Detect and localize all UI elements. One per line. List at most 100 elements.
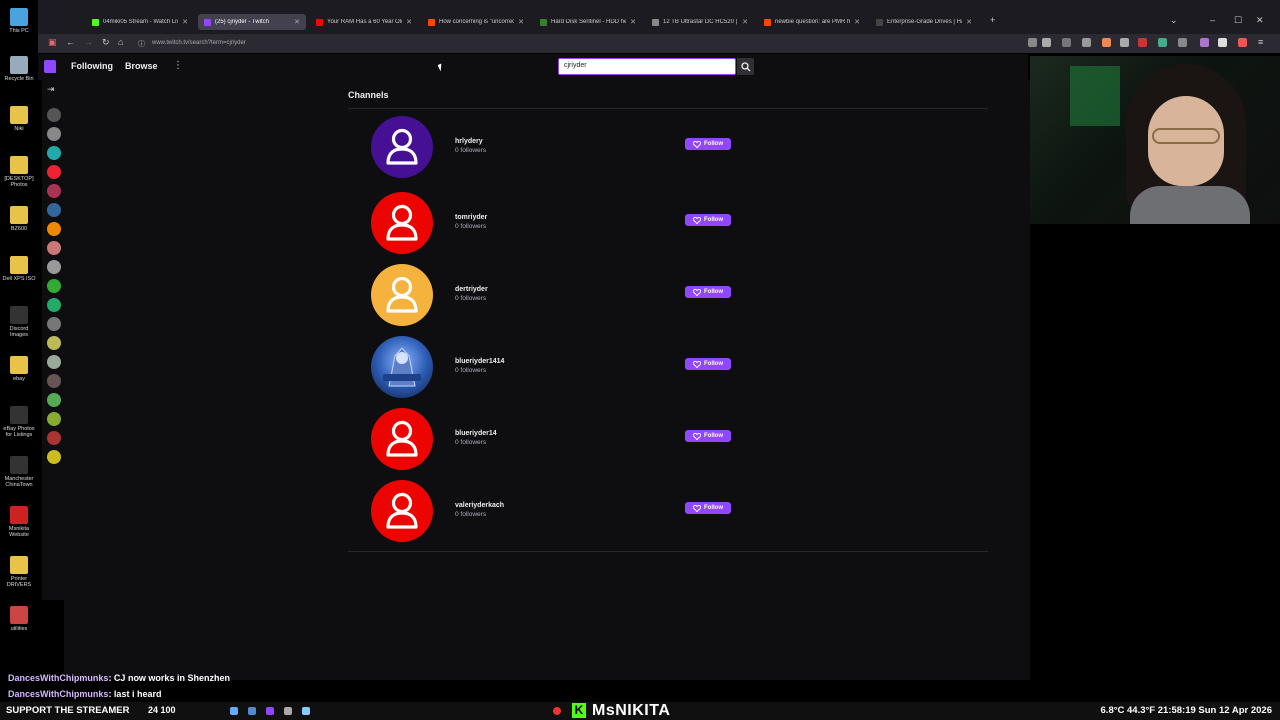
channel-result-row[interactable]: tomriyder 0 followers Follow	[371, 192, 741, 256]
taskbar-app-icon[interactable]	[266, 707, 274, 715]
close-tab-icon[interactable]: ✕	[854, 18, 860, 26]
nav-following[interactable]: Following	[71, 61, 113, 71]
bookmark-star-icon[interactable]	[1042, 38, 1051, 47]
profile-icon[interactable]	[1218, 38, 1227, 47]
follow-button[interactable]: Follow	[685, 138, 731, 150]
close-tab-icon[interactable]: ✕	[406, 18, 412, 26]
followed-channel-avatar[interactable]	[47, 393, 61, 407]
taskbar-app-icon[interactable]	[230, 707, 238, 715]
followed-channel-avatar[interactable]	[47, 336, 61, 350]
extension-icon[interactable]	[1200, 38, 1209, 47]
followed-channel-avatar[interactable]	[47, 203, 61, 217]
taskbar-app-icon[interactable]	[302, 707, 310, 715]
downloads-icon[interactable]	[1062, 38, 1071, 47]
desktop-icon[interactable]: This PC	[2, 8, 36, 34]
channel-name[interactable]: blueriyder14	[455, 430, 497, 437]
extension-icon[interactable]	[1102, 38, 1111, 47]
url-bar[interactable]: www.twitch.tv/search?term=cjriyder	[150, 37, 990, 50]
desktop-icon[interactable]: BZ600	[2, 206, 36, 232]
channel-result-row[interactable]: blueriyder1414 0 followers Follow	[371, 336, 741, 400]
channel-result-row[interactable]: blueriyder14 0 followers Follow	[371, 408, 741, 472]
channel-avatar[interactable]	[371, 192, 433, 254]
follow-button[interactable]: Follow	[685, 430, 731, 442]
follow-button[interactable]: Follow	[685, 358, 731, 370]
desktop-icon[interactable]: utilities	[2, 606, 36, 632]
followed-channel-avatar[interactable]	[47, 450, 61, 464]
channel-name[interactable]: dertriyder	[455, 286, 488, 293]
followed-channel-avatar[interactable]	[47, 374, 61, 388]
twitch-logo-icon[interactable]	[44, 60, 56, 73]
reload-icon[interactable]: ↻	[102, 37, 110, 48]
menu-icon[interactable]: ≡	[1258, 37, 1263, 47]
desktop-icon[interactable]: Dell XPS ISO	[2, 256, 36, 282]
taskbar-app-icon[interactable]	[248, 707, 256, 715]
desktop-icon[interactable]: [DESKTOP] Photos	[2, 156, 36, 188]
close-tab-icon[interactable]: ✕	[742, 18, 748, 26]
close-window-icon[interactable]: ✕	[1256, 15, 1264, 26]
browser-tab[interactable]: newbie question: are PMR hdd ✕	[758, 14, 866, 30]
maximize-icon[interactable]: ☐	[1234, 15, 1242, 26]
followed-channel-avatar[interactable]	[47, 184, 61, 198]
home-icon[interactable]: ⌂	[118, 37, 123, 47]
desktop-icon[interactable]: Manchester ChinaTown	[2, 456, 36, 488]
close-tab-icon[interactable]: ✕	[294, 18, 300, 26]
channel-avatar[interactable]	[371, 116, 433, 178]
more-options-icon[interactable]: ⋮	[173, 60, 183, 71]
reader-icon[interactable]	[1028, 38, 1037, 47]
desktop-icon[interactable]: Discord Images	[2, 306, 36, 338]
desktop-icon[interactable]: Recycle Bin	[2, 56, 36, 82]
taskbar-app-icon[interactable]	[284, 707, 292, 715]
channel-result-row[interactable]: hrlydery 0 followers Follow	[371, 116, 741, 180]
sidebar-toggle-icon[interactable]: ▣	[48, 37, 57, 48]
extension-icon[interactable]	[1158, 38, 1167, 47]
followed-channel-avatar[interactable]	[47, 165, 61, 179]
channel-name[interactable]: hrlydery	[455, 138, 483, 145]
tab-list-icon[interactable]: ⌄	[1170, 15, 1178, 26]
extension-icon[interactable]	[1178, 38, 1187, 47]
followed-channel-avatar[interactable]	[47, 127, 61, 141]
close-tab-icon[interactable]: ✕	[630, 18, 636, 26]
desktop-icon[interactable]: Printer DRIVERS	[2, 556, 36, 588]
desktop-icon[interactable]: Niki	[2, 106, 36, 132]
browser-tab[interactable]: 12 TB Ultrastar DC HC520 | WD ✕	[646, 14, 754, 30]
nav-browse[interactable]: Browse	[125, 61, 158, 71]
follow-button[interactable]: Follow	[685, 502, 731, 514]
minimize-icon[interactable]: –	[1210, 15, 1215, 25]
followed-channel-avatar[interactable]	[47, 355, 61, 369]
followed-channel-avatar[interactable]	[47, 108, 61, 122]
expand-rail-icon[interactable]: ⇥	[47, 84, 55, 95]
extension-icon[interactable]	[1138, 38, 1147, 47]
channel-result-row[interactable]: dertriyder 0 followers Follow	[371, 264, 741, 328]
channel-name[interactable]: blueriyder1414	[455, 358, 504, 365]
channel-avatar[interactable]	[371, 408, 433, 470]
channel-avatar[interactable]	[371, 480, 433, 542]
channel-result-row[interactable]: valeriyderkach 0 followers Follow	[371, 480, 741, 544]
desktop-icon[interactable]: eBay Photos for Listings	[2, 406, 36, 438]
follow-button[interactable]: Follow	[685, 286, 731, 298]
back-icon[interactable]: ←	[66, 37, 75, 47]
channel-avatar[interactable]	[371, 264, 433, 326]
close-tab-icon[interactable]: ✕	[518, 18, 524, 26]
browser-tab[interactable]: 04miki05 Stream - Watch Live o ✕	[86, 14, 194, 30]
extensions-icon[interactable]	[1082, 38, 1091, 47]
desktop-icon[interactable]: Msnikita Website	[2, 506, 36, 538]
search-button[interactable]	[737, 58, 754, 75]
close-tab-icon[interactable]: ✕	[182, 18, 188, 26]
new-tab-icon[interactable]: +	[990, 15, 995, 25]
browser-tab[interactable]: How concerning is "uncorrecta ✕	[422, 14, 530, 30]
search-input[interactable]: cjriyder	[558, 58, 736, 75]
followed-channel-avatar[interactable]	[47, 317, 61, 331]
follow-button[interactable]: Follow	[685, 214, 731, 226]
followed-channel-avatar[interactable]	[47, 412, 61, 426]
forward-icon[interactable]: →	[84, 37, 93, 47]
browser-tab[interactable]: Enterprise-Grade Drives | Hard ✕	[870, 14, 978, 30]
followed-channel-avatar[interactable]	[47, 260, 61, 274]
extension-icon[interactable]	[1238, 38, 1247, 47]
followed-channel-avatar[interactable]	[47, 222, 61, 236]
followed-channel-avatar[interactable]	[47, 279, 61, 293]
channel-name[interactable]: tomriyder	[455, 214, 487, 221]
extension-icon[interactable]	[1120, 38, 1129, 47]
followed-channel-avatar[interactable]	[47, 431, 61, 445]
followed-channel-avatar[interactable]	[47, 241, 61, 255]
close-tab-icon[interactable]: ✕	[966, 18, 972, 26]
